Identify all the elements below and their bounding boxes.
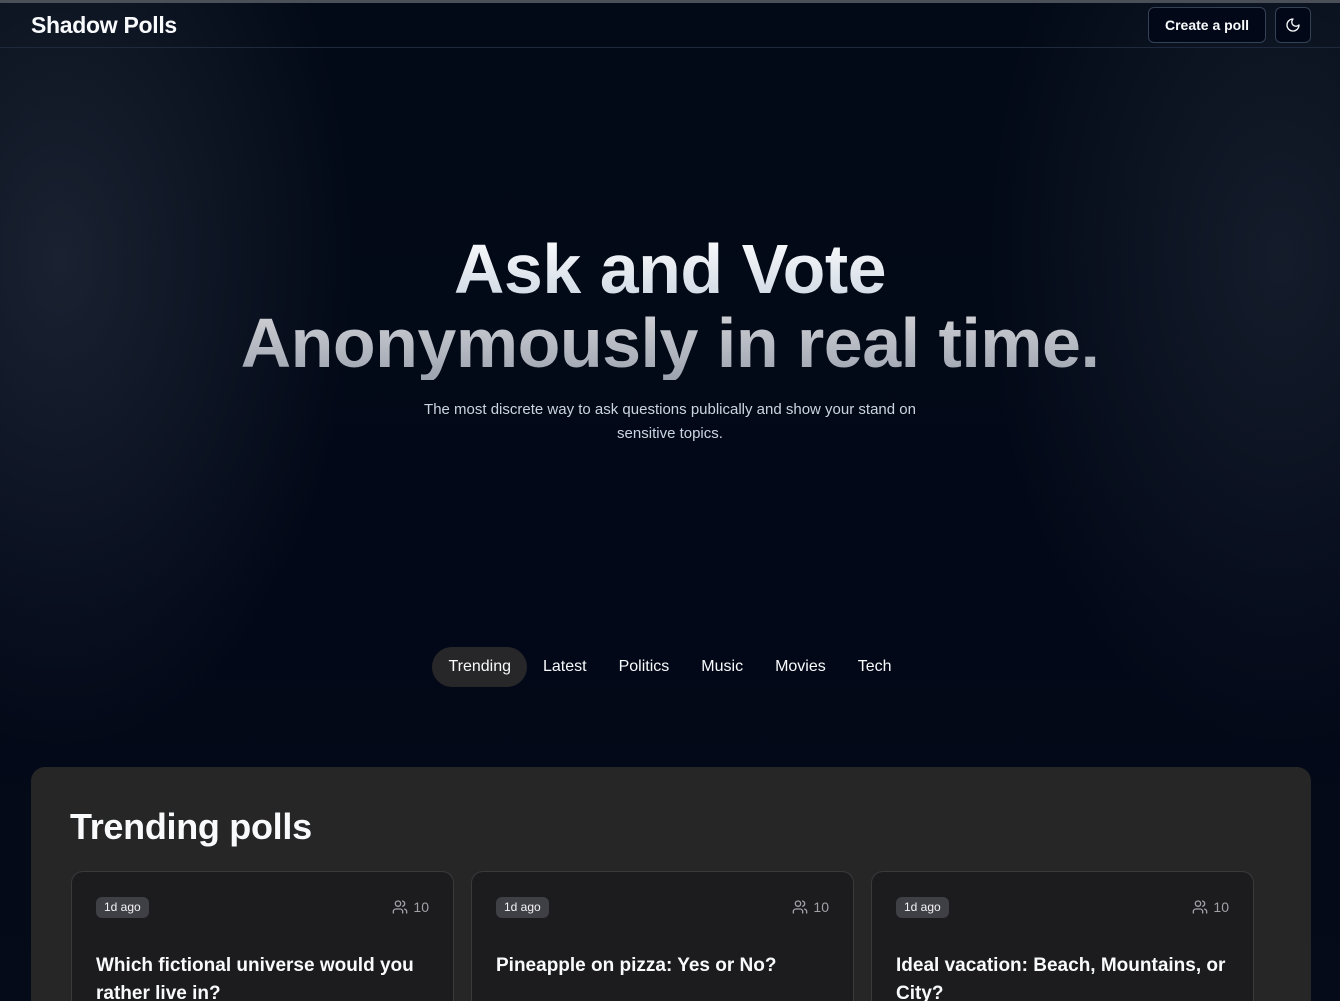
hero-heading: Ask and Vote Anonymously in real time.: [0, 232, 1340, 380]
page: Shadow Polls Create a poll Ask and Vote …: [0, 0, 1340, 1001]
moon-icon: [1286, 18, 1300, 32]
tab-latest[interactable]: Latest: [527, 647, 603, 687]
poll-question: Ideal vacation: Beach, Mountains, or Cit…: [896, 955, 1226, 1001]
brand-logo-text[interactable]: Shadow Polls: [31, 12, 177, 39]
poll-card[interactable]: 1d ago 10 Ideal vacation: Beach, Mountai…: [871, 871, 1254, 1001]
navbar: Shadow Polls Create a poll: [0, 3, 1340, 48]
hero-heading-line-1: Ask and Vote: [0, 232, 1340, 306]
poll-vote-count: 10: [392, 899, 429, 915]
poll-card-meta: 1d ago 10: [496, 896, 829, 918]
nav-actions: Create a poll: [1147, 7, 1311, 43]
poll-card[interactable]: 1d ago 10 Pineapple on pizza: Yes or No?: [471, 871, 854, 1001]
users-icon: [393, 900, 408, 914]
tab-politics[interactable]: Politics: [603, 647, 686, 687]
users-icon: [1193, 900, 1208, 914]
tab-music[interactable]: Music: [685, 647, 759, 687]
section-title: Trending polls: [70, 806, 312, 847]
category-tabs: Trending Latest Politics Music Movies Te…: [0, 647, 1340, 687]
poll-card-meta: 1d ago 10: [96, 896, 429, 918]
poll-vote-count: 10: [792, 899, 829, 915]
tab-movies[interactable]: Movies: [759, 647, 842, 687]
poll-card-meta: 1d ago 10: [896, 896, 1229, 918]
poll-vote-count-value: 10: [1213, 899, 1229, 915]
poll-age-badge: 1d ago: [896, 896, 949, 918]
create-poll-button[interactable]: Create a poll: [1147, 7, 1266, 43]
trending-polls-panel: Trending polls 1d ago 10 Which fictional…: [31, 767, 1311, 1001]
poll-age-badge: 1d ago: [496, 896, 549, 918]
poll-card-list: 1d ago 10 Which fictional universe would…: [71, 871, 1272, 1001]
poll-vote-count: 10: [1192, 899, 1229, 915]
tab-trending[interactable]: Trending: [432, 647, 527, 687]
poll-card[interactable]: 1d ago 10 Which fictional universe would…: [71, 871, 454, 1001]
hero-section: Ask and Vote Anonymously in real time. T…: [0, 232, 1340, 446]
poll-vote-count-value: 10: [413, 899, 429, 915]
users-icon: [793, 900, 808, 914]
poll-question: Pineapple on pizza: Yes or No?: [496, 955, 777, 976]
poll-vote-count-value: 10: [813, 899, 829, 915]
tab-tech[interactable]: Tech: [842, 647, 908, 687]
poll-age-badge: 1d ago: [96, 896, 149, 918]
poll-question: Which fictional universe would you rathe…: [96, 955, 414, 1001]
hero-heading-line-2: Anonymously in real time.: [0, 306, 1340, 380]
hero-subtitle: The most discrete way to ask questions p…: [424, 401, 916, 442]
theme-toggle-button[interactable]: [1275, 7, 1311, 43]
